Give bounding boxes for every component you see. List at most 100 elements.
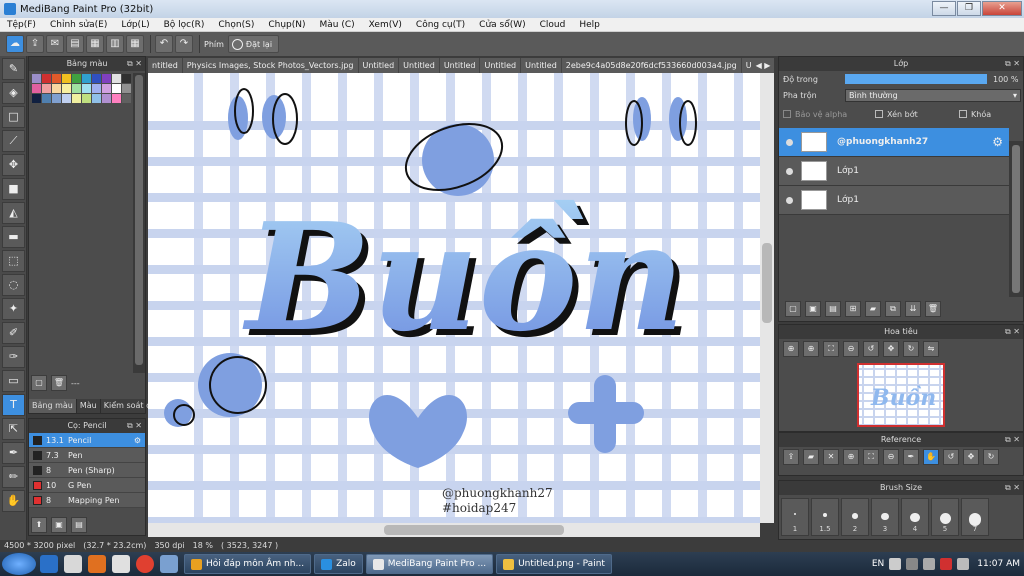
- pen-tool-icon[interactable]: ✏: [2, 466, 25, 488]
- tray-arrow-icon[interactable]: [889, 558, 902, 570]
- select-eraser-icon[interactable]: ✑: [2, 346, 25, 368]
- color-swatch[interactable]: [102, 74, 111, 83]
- clipping-checkbox[interactable]: [875, 110, 883, 118]
- color-swatch[interactable]: [72, 94, 81, 103]
- document-tab[interactable]: Untitled: [521, 58, 562, 73]
- brush-tool-icon[interactable]: ✎: [2, 58, 25, 80]
- fill-rect-icon[interactable]: ■: [2, 178, 25, 200]
- add-brush-icon[interactable]: ⬆: [31, 517, 47, 533]
- protect-alpha-checkbox[interactable]: [783, 110, 791, 118]
- zoom-in-icon[interactable]: ⊕: [803, 341, 819, 357]
- network-icon[interactable]: [906, 558, 919, 570]
- brush-item[interactable]: 8 Pen (Sharp): [29, 463, 145, 478]
- color-swatch[interactable]: [52, 94, 61, 103]
- panel-controls-icon[interactable]: ⧉ ✕: [1005, 325, 1020, 339]
- color-swatch[interactable]: [72, 84, 81, 93]
- select-pen-icon[interactable]: ✐: [2, 322, 25, 344]
- color-swatch[interactable]: [32, 84, 41, 93]
- zoom-out-icon[interactable]: ⊖: [843, 341, 859, 357]
- gear-icon[interactable]: ⚙: [134, 436, 141, 445]
- rotate-left-icon[interactable]: ↺: [863, 341, 879, 357]
- visibility-icon[interactable]: [786, 196, 793, 204]
- canvas-horizontal-scrollbar[interactable]: [148, 523, 760, 537]
- material-icon[interactable]: ▤: [66, 35, 84, 53]
- color-swatch[interactable]: [52, 74, 61, 83]
- color-swatch[interactable]: [62, 94, 71, 103]
- visibility-icon[interactable]: [786, 138, 793, 146]
- close-reference-icon[interactable]: ✕: [823, 449, 839, 465]
- gear-icon[interactable]: ⚙: [992, 135, 1003, 149]
- brush-size-cell[interactable]: 4: [901, 498, 929, 536]
- shape-tool-icon[interactable]: □: [2, 106, 25, 128]
- document-tab[interactable]: Physics Images, Stock Photos_Vectors.jpg: [183, 58, 359, 73]
- brush-item[interactable]: 10 G Pen: [29, 478, 145, 493]
- taskbar-item[interactable]: Untitled.png - Paint: [496, 554, 612, 574]
- visibility-icon[interactable]: [786, 167, 793, 175]
- brush-size-cell[interactable]: 1.5: [811, 498, 839, 536]
- select-tool-icon[interactable]: ⬚: [2, 250, 25, 272]
- tab-color[interactable]: Màu: [77, 399, 101, 413]
- bucket-tool-icon[interactable]: ◭: [2, 202, 25, 224]
- menu-file[interactable]: Tệp(F): [0, 20, 43, 30]
- canvas-vertical-scrollbar[interactable]: [760, 73, 774, 523]
- hand-icon[interactable]: ✋: [923, 449, 939, 465]
- panel-controls-icon[interactable]: ⧉ ✕: [1005, 481, 1020, 495]
- cloud-icon[interactable]: ☁: [6, 35, 24, 53]
- menu-window[interactable]: Cửa sổ(W): [472, 20, 532, 30]
- panel-controls-icon[interactable]: ⧉ ✕: [127, 419, 142, 433]
- restore-button[interactable]: ❐: [957, 1, 981, 16]
- menu-help[interactable]: Help: [572, 20, 607, 30]
- rotate-right-icon[interactable]: ↻: [903, 341, 919, 357]
- explorer-icon[interactable]: [64, 555, 82, 573]
- divide-tool-icon[interactable]: ▭: [2, 370, 25, 392]
- layer-scrollbar[interactable]: [1009, 141, 1023, 297]
- actual-size-icon[interactable]: ✥: [963, 449, 979, 465]
- volume-icon[interactable]: [923, 558, 936, 570]
- layer-row[interactable]: Lớp1: [779, 157, 1009, 186]
- color-swatch[interactable]: [52, 84, 61, 93]
- color-swatch[interactable]: [42, 94, 51, 103]
- color-swatch[interactable]: [62, 74, 71, 83]
- undo-icon[interactable]: ↶: [155, 35, 173, 53]
- template-icon[interactable]: ▥: [106, 35, 124, 53]
- color-swatch[interactable]: [42, 84, 51, 93]
- color-swatch[interactable]: [32, 74, 41, 83]
- rotate-right-icon[interactable]: ↻: [983, 449, 999, 465]
- document-icon[interactable]: ▦: [86, 35, 104, 53]
- move-tool-icon[interactable]: ✥: [2, 154, 25, 176]
- color-swatch[interactable]: [72, 74, 81, 83]
- menu-capture[interactable]: Chụp(N): [261, 20, 312, 30]
- reset-button[interactable]: Đặt lại: [227, 35, 280, 53]
- zoom-in-icon[interactable]: ⊕: [843, 449, 859, 465]
- layer-row[interactable]: Lớp1: [779, 186, 1009, 215]
- opacity-slider[interactable]: [845, 74, 987, 84]
- share-icon[interactable]: ⇪: [26, 35, 44, 53]
- menu-select[interactable]: Chọn(S): [211, 20, 261, 30]
- redo-icon[interactable]: ↷: [175, 35, 193, 53]
- eyedropper-icon[interactable]: ✒: [903, 449, 919, 465]
- document-tab[interactable]: 2ebe9c4a05d8e20f6dcf533660d003a4.jpg: [562, 58, 742, 73]
- brush-menu-icon[interactable]: ▣: [51, 517, 67, 533]
- operation-tool-icon[interactable]: ⇱: [2, 418, 25, 440]
- brush-item[interactable]: 8 Mapping Pen: [29, 493, 145, 508]
- media-player-icon[interactable]: [88, 555, 106, 573]
- menu-tools[interactable]: Công cụ(T): [409, 20, 472, 30]
- actual-size-icon[interactable]: ✥: [883, 341, 899, 357]
- windows-start-icon[interactable]: [2, 553, 36, 575]
- magic-wand-icon[interactable]: ✦: [2, 298, 25, 320]
- brush-item[interactable]: 7.3 Pen: [29, 448, 145, 463]
- brush-size-cell[interactable]: 5: [931, 498, 959, 536]
- flip-icon[interactable]: ⇋: [923, 341, 939, 357]
- color-swatch[interactable]: [122, 74, 131, 83]
- fit-icon[interactable]: ⛶: [823, 341, 839, 357]
- menu-edit[interactable]: Chỉnh sửa(E): [43, 20, 114, 30]
- brush-size-cell[interactable]: 7: [961, 498, 989, 536]
- palette-scrollbar[interactable]: [133, 73, 145, 373]
- delete-palette-icon[interactable]: 🗑: [51, 375, 67, 391]
- brush-item[interactable]: 13.1 Pencil ⚙: [29, 433, 145, 448]
- duplicate-layer-icon[interactable]: ⧉: [885, 301, 901, 317]
- lasso-tool-icon[interactable]: ◌: [2, 274, 25, 296]
- zoom-out-icon[interactable]: ⊖: [883, 449, 899, 465]
- navigator-thumbnail[interactable]: Buồn: [857, 363, 945, 427]
- text-tool-icon[interactable]: T: [2, 394, 25, 416]
